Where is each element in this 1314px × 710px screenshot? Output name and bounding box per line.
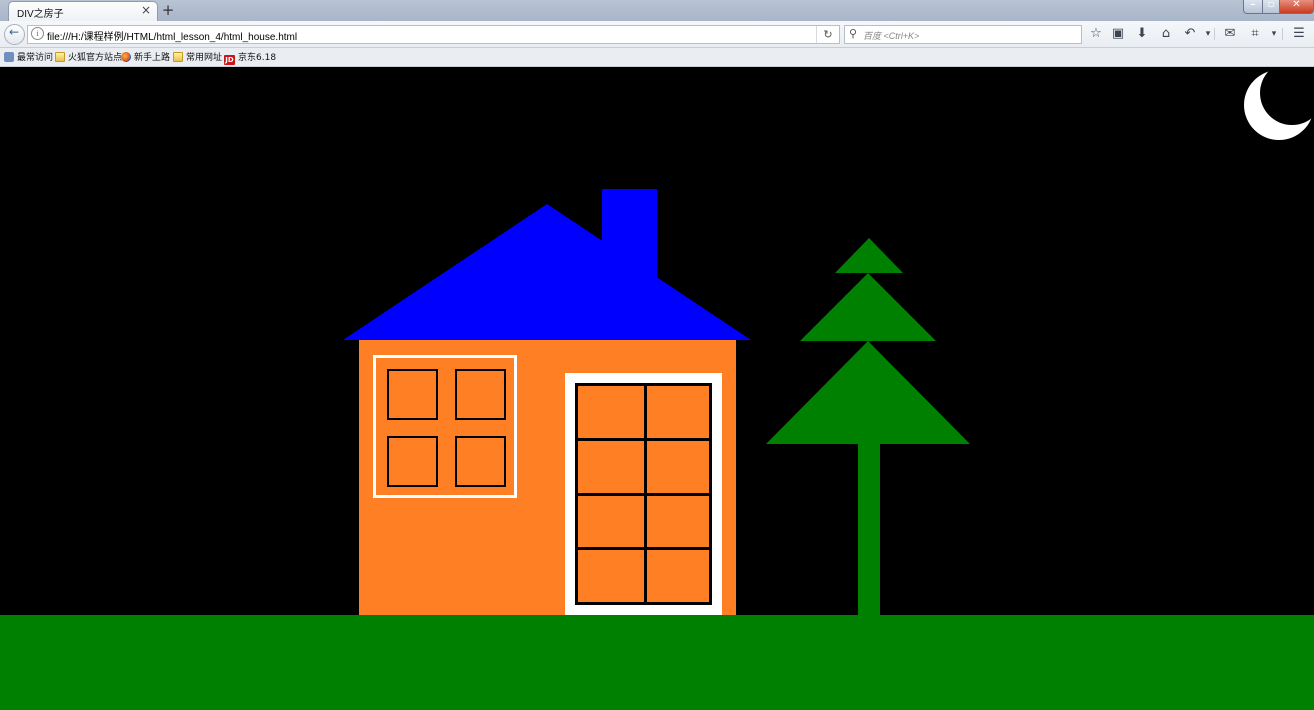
tree-middle-layer xyxy=(800,273,936,341)
bookmarks-toolbar: 最常访问 火狐官方站点 新手上路 常用网址 JD 京东6.18 xyxy=(0,48,1314,67)
tree-top-layer xyxy=(835,238,903,273)
new-tab-button[interactable]: + xyxy=(161,1,175,19)
tab-close-button[interactable]: × xyxy=(141,3,151,17)
site-info-icon[interactable]: i xyxy=(31,27,44,40)
window-pane xyxy=(387,436,438,487)
crop-icon[interactable]: ⌗ xyxy=(1247,26,1263,41)
chevron-down-icon[interactable]: ▾ xyxy=(1266,29,1282,39)
search-input[interactable]: ⚲ 百度 <Ctrl+K> xyxy=(844,25,1082,44)
house-scene xyxy=(0,67,1314,710)
restore-icon: ▫ xyxy=(1267,0,1275,10)
url-bar[interactable]: i file:///H:/课程样例/HTML/html_lesson_4/htm… xyxy=(27,25,840,44)
window-pane xyxy=(455,436,506,487)
chat-icon[interactable]: ✉ xyxy=(1222,26,1238,41)
firefox-icon xyxy=(121,52,131,62)
minimize-icon: – xyxy=(1250,0,1256,10)
tree-trunk xyxy=(858,444,880,615)
minimize-button[interactable]: – xyxy=(1243,0,1263,14)
bookmark-label: 京东6.18 xyxy=(238,53,277,63)
search-placeholder: 百度 <Ctrl+K> xyxy=(863,31,920,41)
folder-icon xyxy=(55,52,65,62)
jd-icon: JD xyxy=(224,55,235,65)
tab-active[interactable]: DIV之房子 × xyxy=(8,1,158,22)
bookmark-jd[interactable]: JD 京东6.18 xyxy=(224,50,277,65)
bookmark-label: 新手上路 xyxy=(134,53,171,63)
bookmark-label: 最常访问 xyxy=(17,53,54,63)
grass-ground xyxy=(0,615,1314,710)
most-visited-icon xyxy=(4,52,14,62)
back-button[interactable]: ← xyxy=(4,24,25,45)
close-icon: ✕ xyxy=(1292,0,1301,10)
roof xyxy=(343,204,751,340)
title-bar: DIV之房子 × + – ▫ ✕ xyxy=(0,0,1314,22)
search-icon: ⚲ xyxy=(849,27,858,40)
navigation-toolbar: ← i file:///H:/课程样例/HTML/html_lesson_4/h… xyxy=(0,21,1314,48)
bookmark-label: 火狐官方站点 xyxy=(68,53,123,63)
toolbar-separator xyxy=(1214,28,1215,40)
maximize-button[interactable]: ▫ xyxy=(1262,0,1280,14)
bookmark-getting-started[interactable]: 新手上路 xyxy=(121,50,170,64)
window-pane xyxy=(387,369,438,420)
folder-icon xyxy=(173,52,183,62)
door-divider xyxy=(578,438,709,441)
url-text: file:///H:/课程样例/HTML/html_lesson_4/html_… xyxy=(47,32,298,43)
back-arrow-icon: ← xyxy=(9,25,20,39)
tab-title: DIV之房子 xyxy=(17,9,64,20)
door-divider xyxy=(578,547,709,550)
undo-icon[interactable]: ↶ xyxy=(1182,26,1198,41)
tree-bottom-layer xyxy=(766,341,970,444)
door-divider xyxy=(578,493,709,496)
reload-button[interactable]: ↻ xyxy=(816,26,839,43)
download-icon[interactable]: ⬇ xyxy=(1134,26,1150,41)
home-icon[interactable]: ⌂ xyxy=(1158,26,1174,41)
house-door xyxy=(575,383,712,605)
toolbar-separator xyxy=(1282,28,1283,40)
bookmark-label: 常用网址 xyxy=(186,53,223,63)
close-window-button[interactable]: ✕ xyxy=(1279,0,1314,14)
bookmark-firefox-sites[interactable]: 火狐官方站点 xyxy=(55,50,122,64)
window-pane xyxy=(455,369,506,420)
house-window xyxy=(373,355,517,498)
clipboard-icon[interactable]: ▣ xyxy=(1110,26,1126,41)
bookmark-most-visited[interactable]: 最常访问 xyxy=(4,50,53,64)
bookmark-common-sites[interactable]: 常用网址 xyxy=(173,50,222,64)
star-icon[interactable]: ☆ xyxy=(1088,26,1104,41)
menu-icon[interactable]: ☰ xyxy=(1291,26,1307,41)
